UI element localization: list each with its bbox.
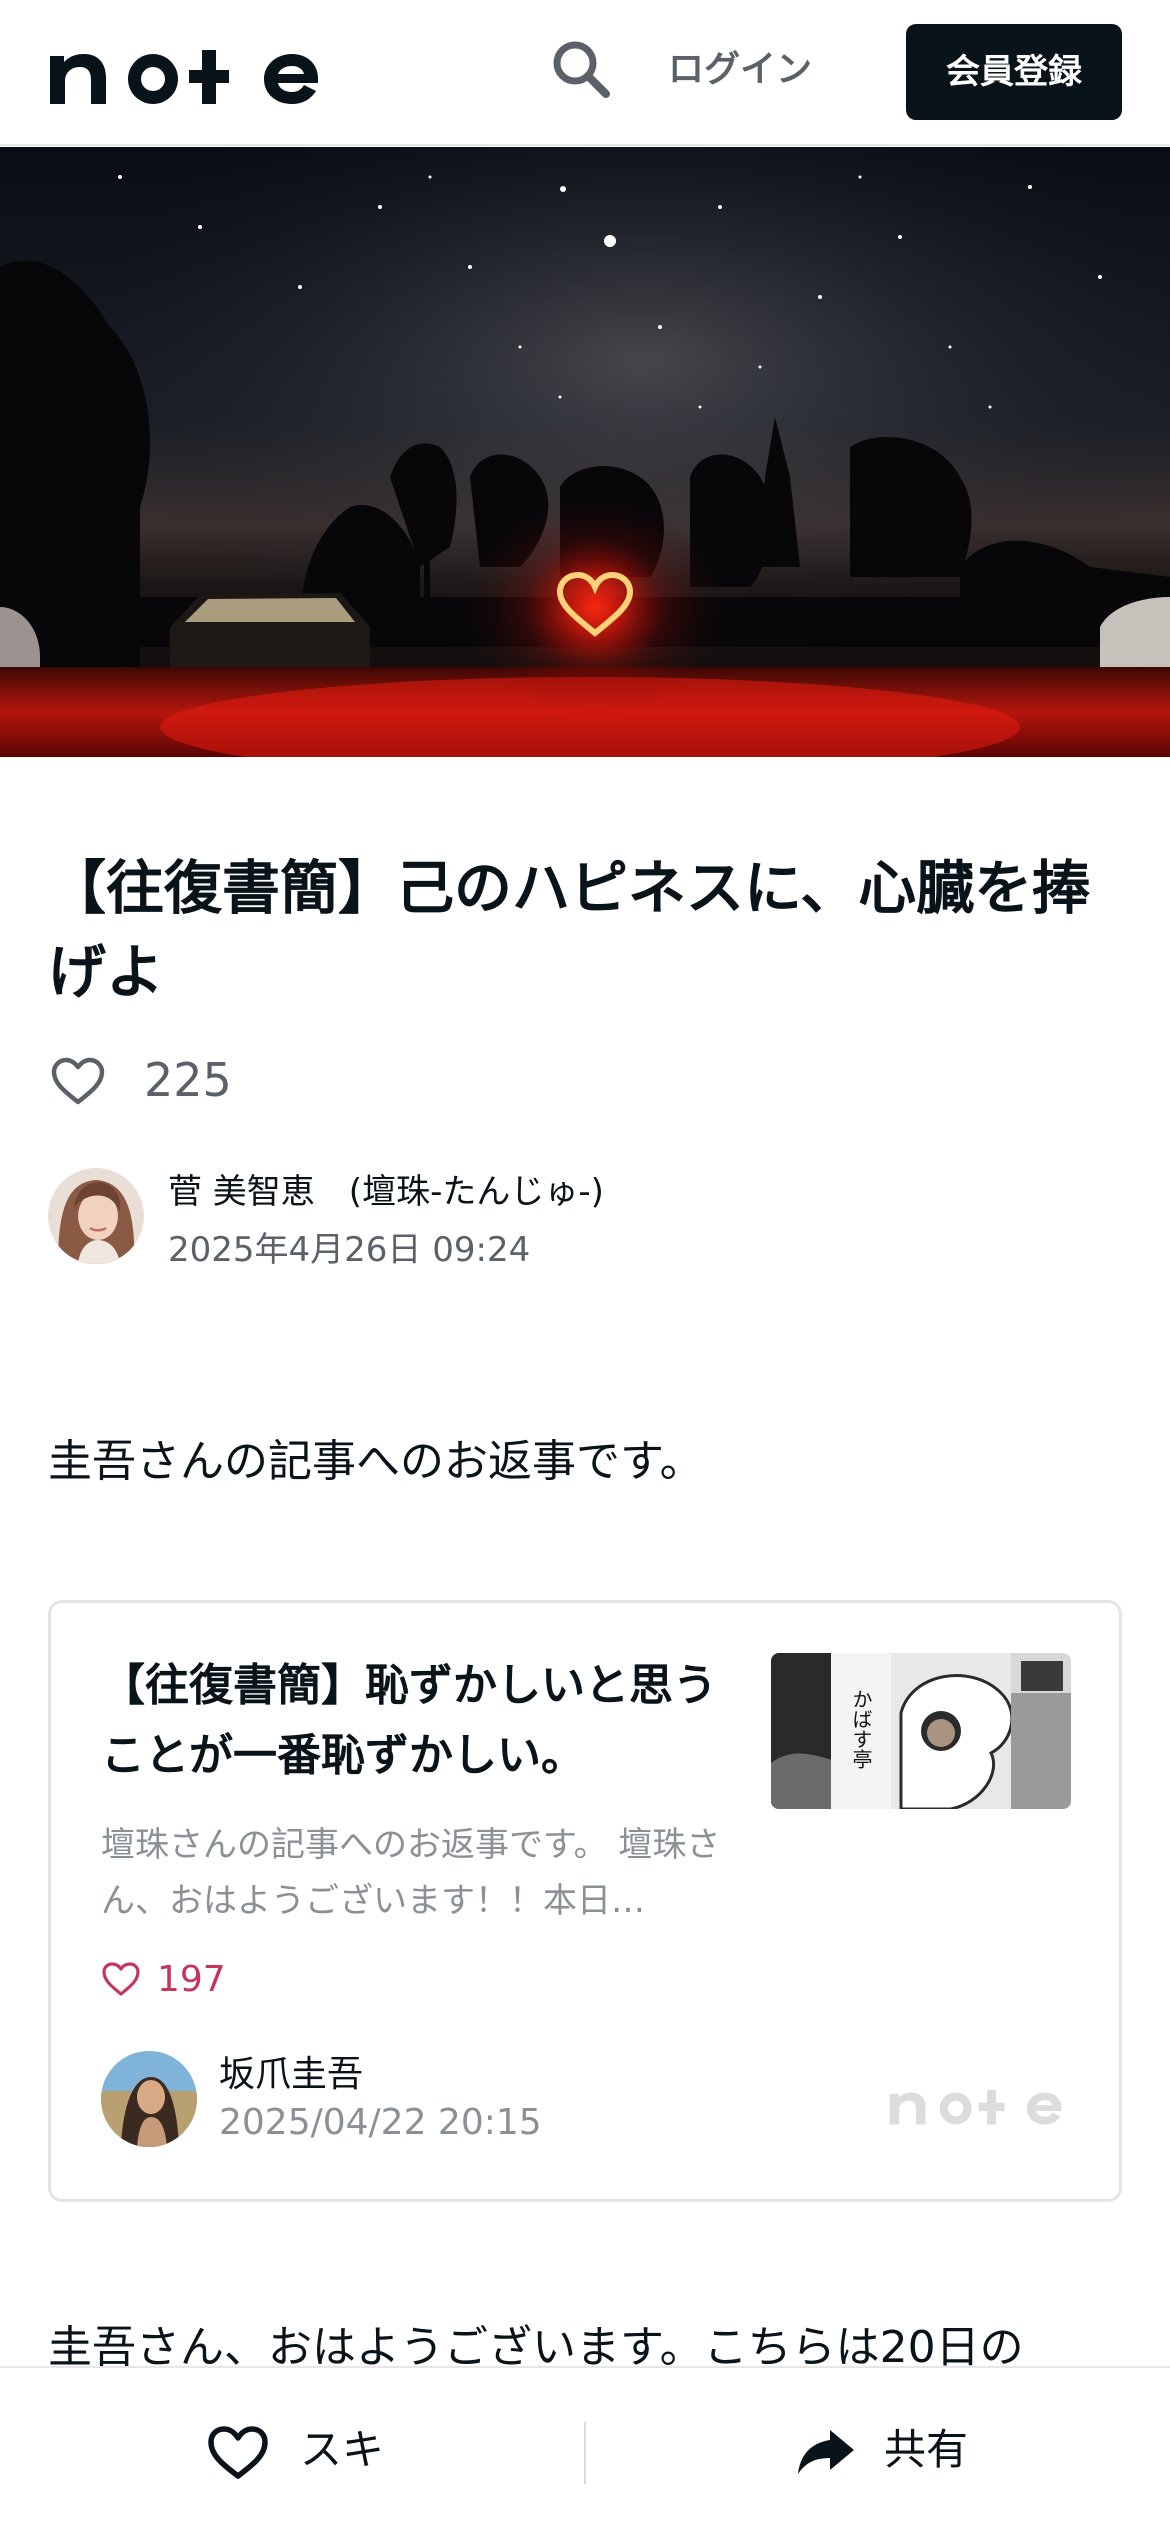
bottom-action-bar: スキ 共有 — [0, 2366, 1170, 2532]
share-button-label: 共有 — [884, 2425, 969, 2474]
note-logo[interactable] — [46, 38, 342, 106]
signup-button[interactable]: 会員登録 — [906, 24, 1122, 120]
author-name[interactable]: 菅 美智恵 (壇珠-たんじゅ-) — [168, 1168, 604, 1216]
embed-title: 【往復書簡】恥ずかしいと思うことが一番恥ずかしい。 — [101, 1660, 717, 1781]
author-avatar[interactable] — [48, 1168, 144, 1264]
like-button-label: スキ — [300, 2425, 385, 2474]
heart-outline-icon — [102, 1962, 140, 1996]
embed-date: 2025/04/22 20:15 — [219, 2102, 542, 2143]
heart-outline-icon[interactable] — [50, 1056, 106, 1106]
login-link[interactable]: ログイン — [668, 44, 812, 96]
embed-like-count: 197 — [157, 1959, 226, 2000]
top-header: ログイン 会員登録 — [0, 0, 1170, 146]
hero-image — [0, 147, 1170, 757]
embed-thumbnail: かばす亭 — [771, 1653, 1071, 1809]
published-date: 2025年4月26日 09:24 — [168, 1230, 531, 1270]
embed-author-name: 坂爪圭吾 — [219, 2054, 364, 2095]
share-arrow-icon — [798, 2430, 854, 2474]
heart-icon — [208, 2426, 268, 2479]
like-count: 225 — [144, 1053, 232, 1107]
embed-excerpt: 壇珠さんの記事へのお返事です。 壇珠さん、おはようございます！！本日… — [101, 1825, 721, 1921]
share-button[interactable]: 共有 — [790, 2408, 1030, 2492]
bar-divider — [584, 2422, 586, 2484]
embedded-article-card[interactable]: 【往復書簡】恥ずかしいと思うことが一番恥ずかしい。 かばす亭 壇珠さんの記事への… — [48, 1600, 1122, 2202]
search-icon[interactable] — [548, 36, 614, 102]
article-title: 【往復書簡】己のハピネスに、心臓を捧げよ — [48, 854, 1091, 1006]
embed-author-avatar — [101, 2051, 197, 2147]
article-intro: 圭吾さんの記事へのお返事です。 — [48, 1436, 704, 1487]
article-page: ログイン 会員登録 【往復書簡】己のハピネスに、心臓を捧げよ 225 菅 美智恵… — [0, 0, 1170, 2532]
svg-text:かばす亭: かばす亭 — [849, 1689, 873, 1769]
note-logo-watermark — [889, 2089, 1062, 2125]
like-button[interactable]: スキ — [200, 2408, 440, 2492]
